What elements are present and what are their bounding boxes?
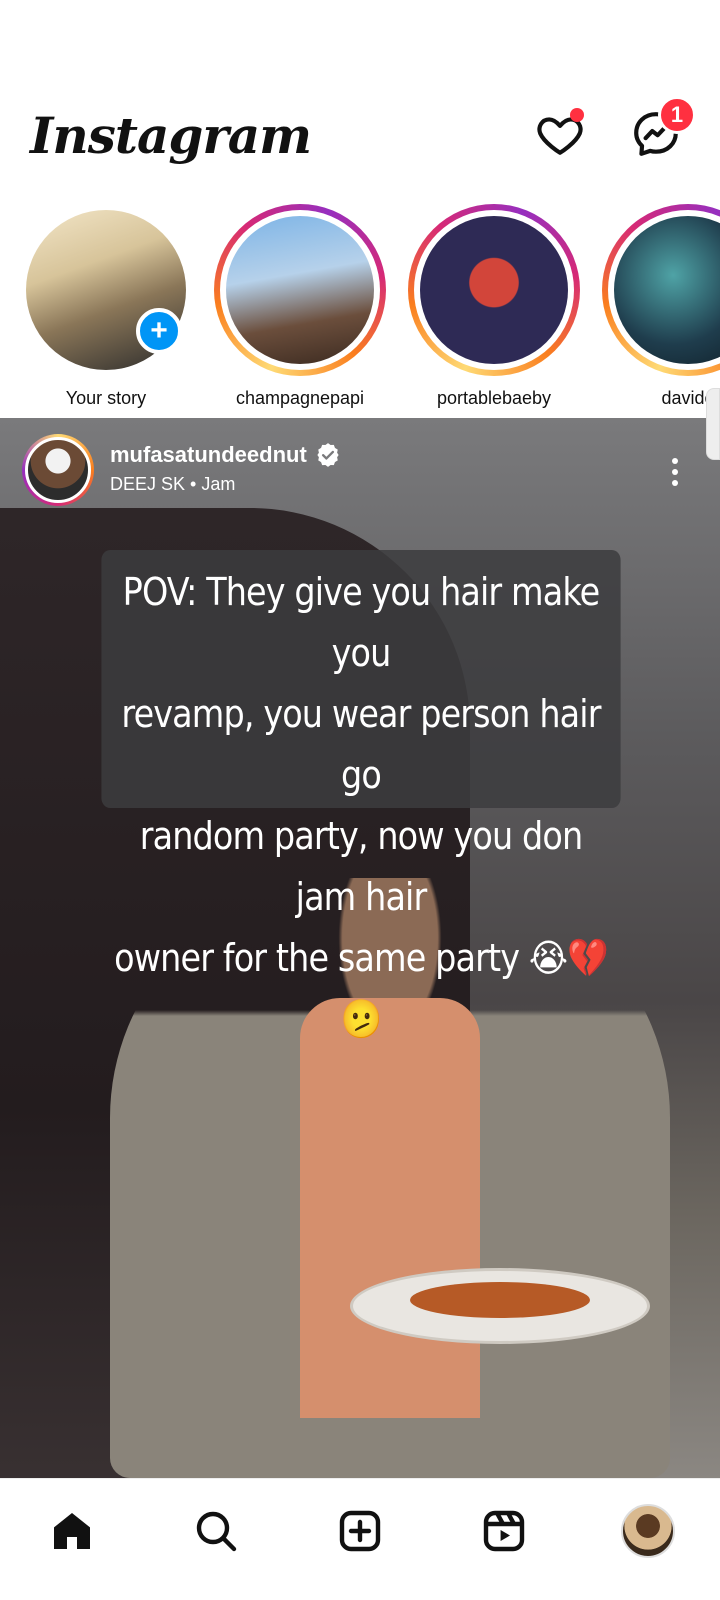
story-champagnepapi[interactable]: champagnepapi [212, 204, 388, 409]
post-username[interactable]: mufasatundeednut [110, 442, 341, 468]
story-label: davido [661, 388, 715, 408]
status-bar [0, 0, 720, 88]
story-avatar [420, 216, 568, 364]
create-icon [339, 1510, 381, 1552]
nav-search[interactable] [186, 1501, 246, 1561]
story-label: champagnepapi [235, 388, 365, 408]
more-options-icon[interactable] [660, 452, 690, 492]
edge-handle[interactable] [706, 388, 720, 460]
nav-create[interactable] [330, 1501, 390, 1561]
story-label: Your story [65, 388, 147, 408]
bottom-navigation [0, 1478, 720, 1600]
post-author-avatar[interactable] [22, 434, 94, 506]
story-portablebaeby[interactable]: portablebaeby [406, 204, 582, 409]
verified-icon [317, 443, 339, 467]
activity-dot [570, 108, 584, 122]
stories-tray[interactable]: + Your story champagnepapi portablebaeby… [0, 200, 720, 416]
story-your-story[interactable]: + Your story [18, 204, 194, 409]
post-overlay-caption: POV: They give you hair make you revamp,… [101, 550, 621, 1041]
post-header: mufasatundeednut DEEJ SK • Jam [0, 432, 720, 512]
messages-button[interactable]: 1 [628, 96, 696, 162]
post-audio-label[interactable]: DEEJ SK • Jam [110, 474, 235, 495]
nav-profile[interactable] [618, 1501, 678, 1561]
story-avatar [226, 216, 374, 364]
nav-reels[interactable] [474, 1501, 534, 1561]
instagram-logo: Instagram [30, 106, 312, 165]
feed-post[interactable]: mufasatundeednut DEEJ SK • Jam POV: They… [0, 418, 720, 1478]
profile-avatar [621, 1504, 675, 1558]
search-icon [196, 1511, 237, 1552]
story-davido[interactable]: davido [600, 204, 720, 409]
activity-button[interactable] [532, 106, 588, 162]
top-bar: Instagram 1 [0, 88, 720, 188]
story-avatar [614, 216, 720, 364]
home-icon [54, 1513, 90, 1549]
reels-icon [483, 1510, 525, 1552]
add-story-icon[interactable]: + [136, 308, 182, 354]
nav-home[interactable] [42, 1501, 102, 1561]
messages-badge: 1 [658, 96, 696, 134]
story-label: portablebaeby [436, 388, 552, 408]
